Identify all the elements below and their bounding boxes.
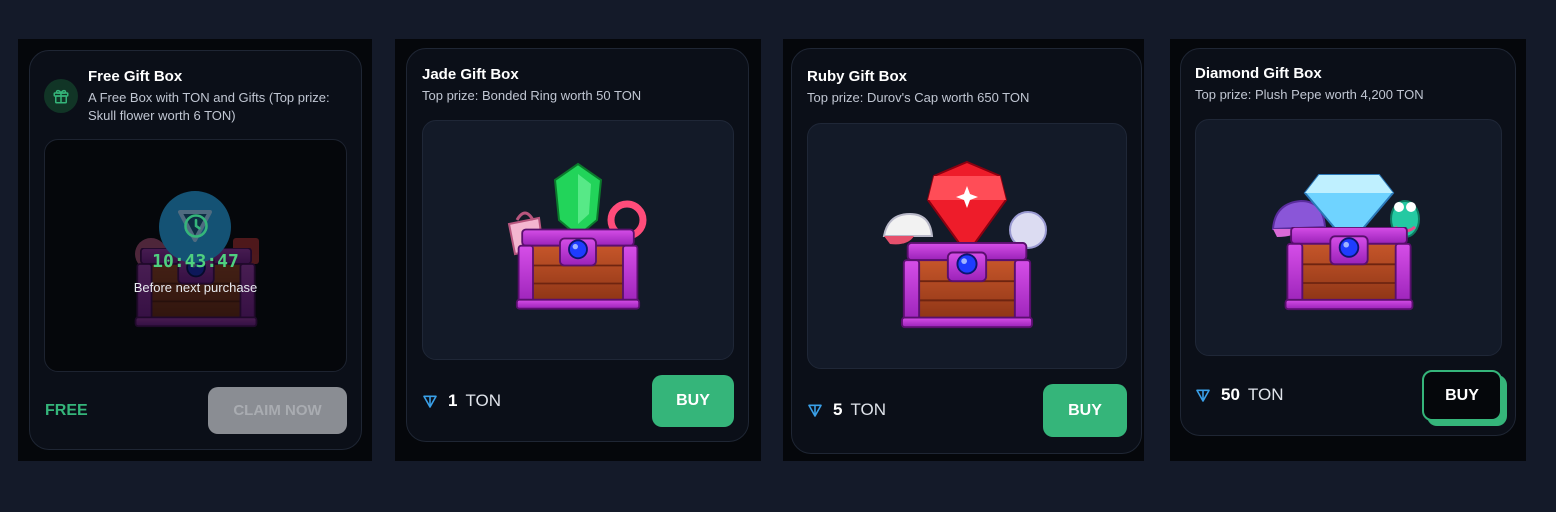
card-description: Top prize: Bonded Ring worth 50 TON — [422, 88, 642, 103]
diamond-box-preview — [1195, 119, 1502, 356]
card-title: Jade Gift Box — [422, 66, 519, 83]
card-description: Top prize: Durov's Cap worth 650 TON — [807, 90, 1030, 105]
free-gift-box-card: Free Gift Box A Free Box with TON and Gi… — [29, 50, 362, 450]
diamond-gift-box-card: Diamond Gift Box Top prize: Plush Pepe w… — [1180, 48, 1516, 436]
buy-button[interactable]: BUY — [1043, 384, 1127, 437]
ton-icon — [1196, 389, 1210, 402]
ton-icon — [808, 404, 822, 417]
card-title: Ruby Gift Box — [807, 68, 907, 85]
price-unit: TON — [1247, 385, 1284, 404]
card-description: A Free Box with TON and Gifts (Top prize… — [88, 90, 330, 123]
claim-now-button[interactable]: CLAIM NOW — [208, 387, 347, 434]
price-value: 5 — [833, 400, 843, 419]
card-title: Free Gift Box — [88, 68, 183, 85]
card-title: Diamond Gift Box — [1195, 65, 1322, 82]
ton-icon — [423, 395, 437, 408]
price-value: 50 — [1221, 385, 1240, 404]
ruby-gift-box-card: Ruby Gift Box Top prize: Durov's Cap wor… — [791, 48, 1142, 454]
price-free-label: FREE — [45, 402, 88, 419]
price: 50 TON — [1195, 385, 1284, 405]
countdown-timer: 10:43:47 — [152, 251, 239, 272]
jade-chest-image — [507, 162, 647, 310]
gift-icon-badge — [44, 79, 78, 113]
timer-caption: Before next purchase — [133, 280, 258, 295]
price-value: 1 — [448, 391, 458, 410]
buy-button[interactable]: BUY — [1422, 370, 1502, 421]
price-unit: TON — [850, 400, 887, 419]
gift-icon — [53, 89, 69, 104]
price: 1 TON — [422, 391, 501, 411]
clock-icon — [184, 214, 208, 238]
free-box-preview: 10:43:47 Before next purchase — [44, 139, 347, 372]
buy-button[interactable]: BUY — [652, 375, 734, 427]
jade-box-preview — [422, 120, 734, 360]
jade-gift-box-card: Jade Gift Box Top prize: Bonded Ring wor… — [406, 48, 749, 442]
ruby-box-preview — [807, 123, 1127, 369]
card-description: Top prize: Plush Pepe worth 4,200 TON — [1195, 87, 1424, 102]
ruby-chest-image — [882, 160, 1047, 329]
price: 5 TON — [807, 400, 886, 420]
price-unit: TON — [465, 391, 502, 410]
diamond-chest-image — [1271, 173, 1420, 310]
